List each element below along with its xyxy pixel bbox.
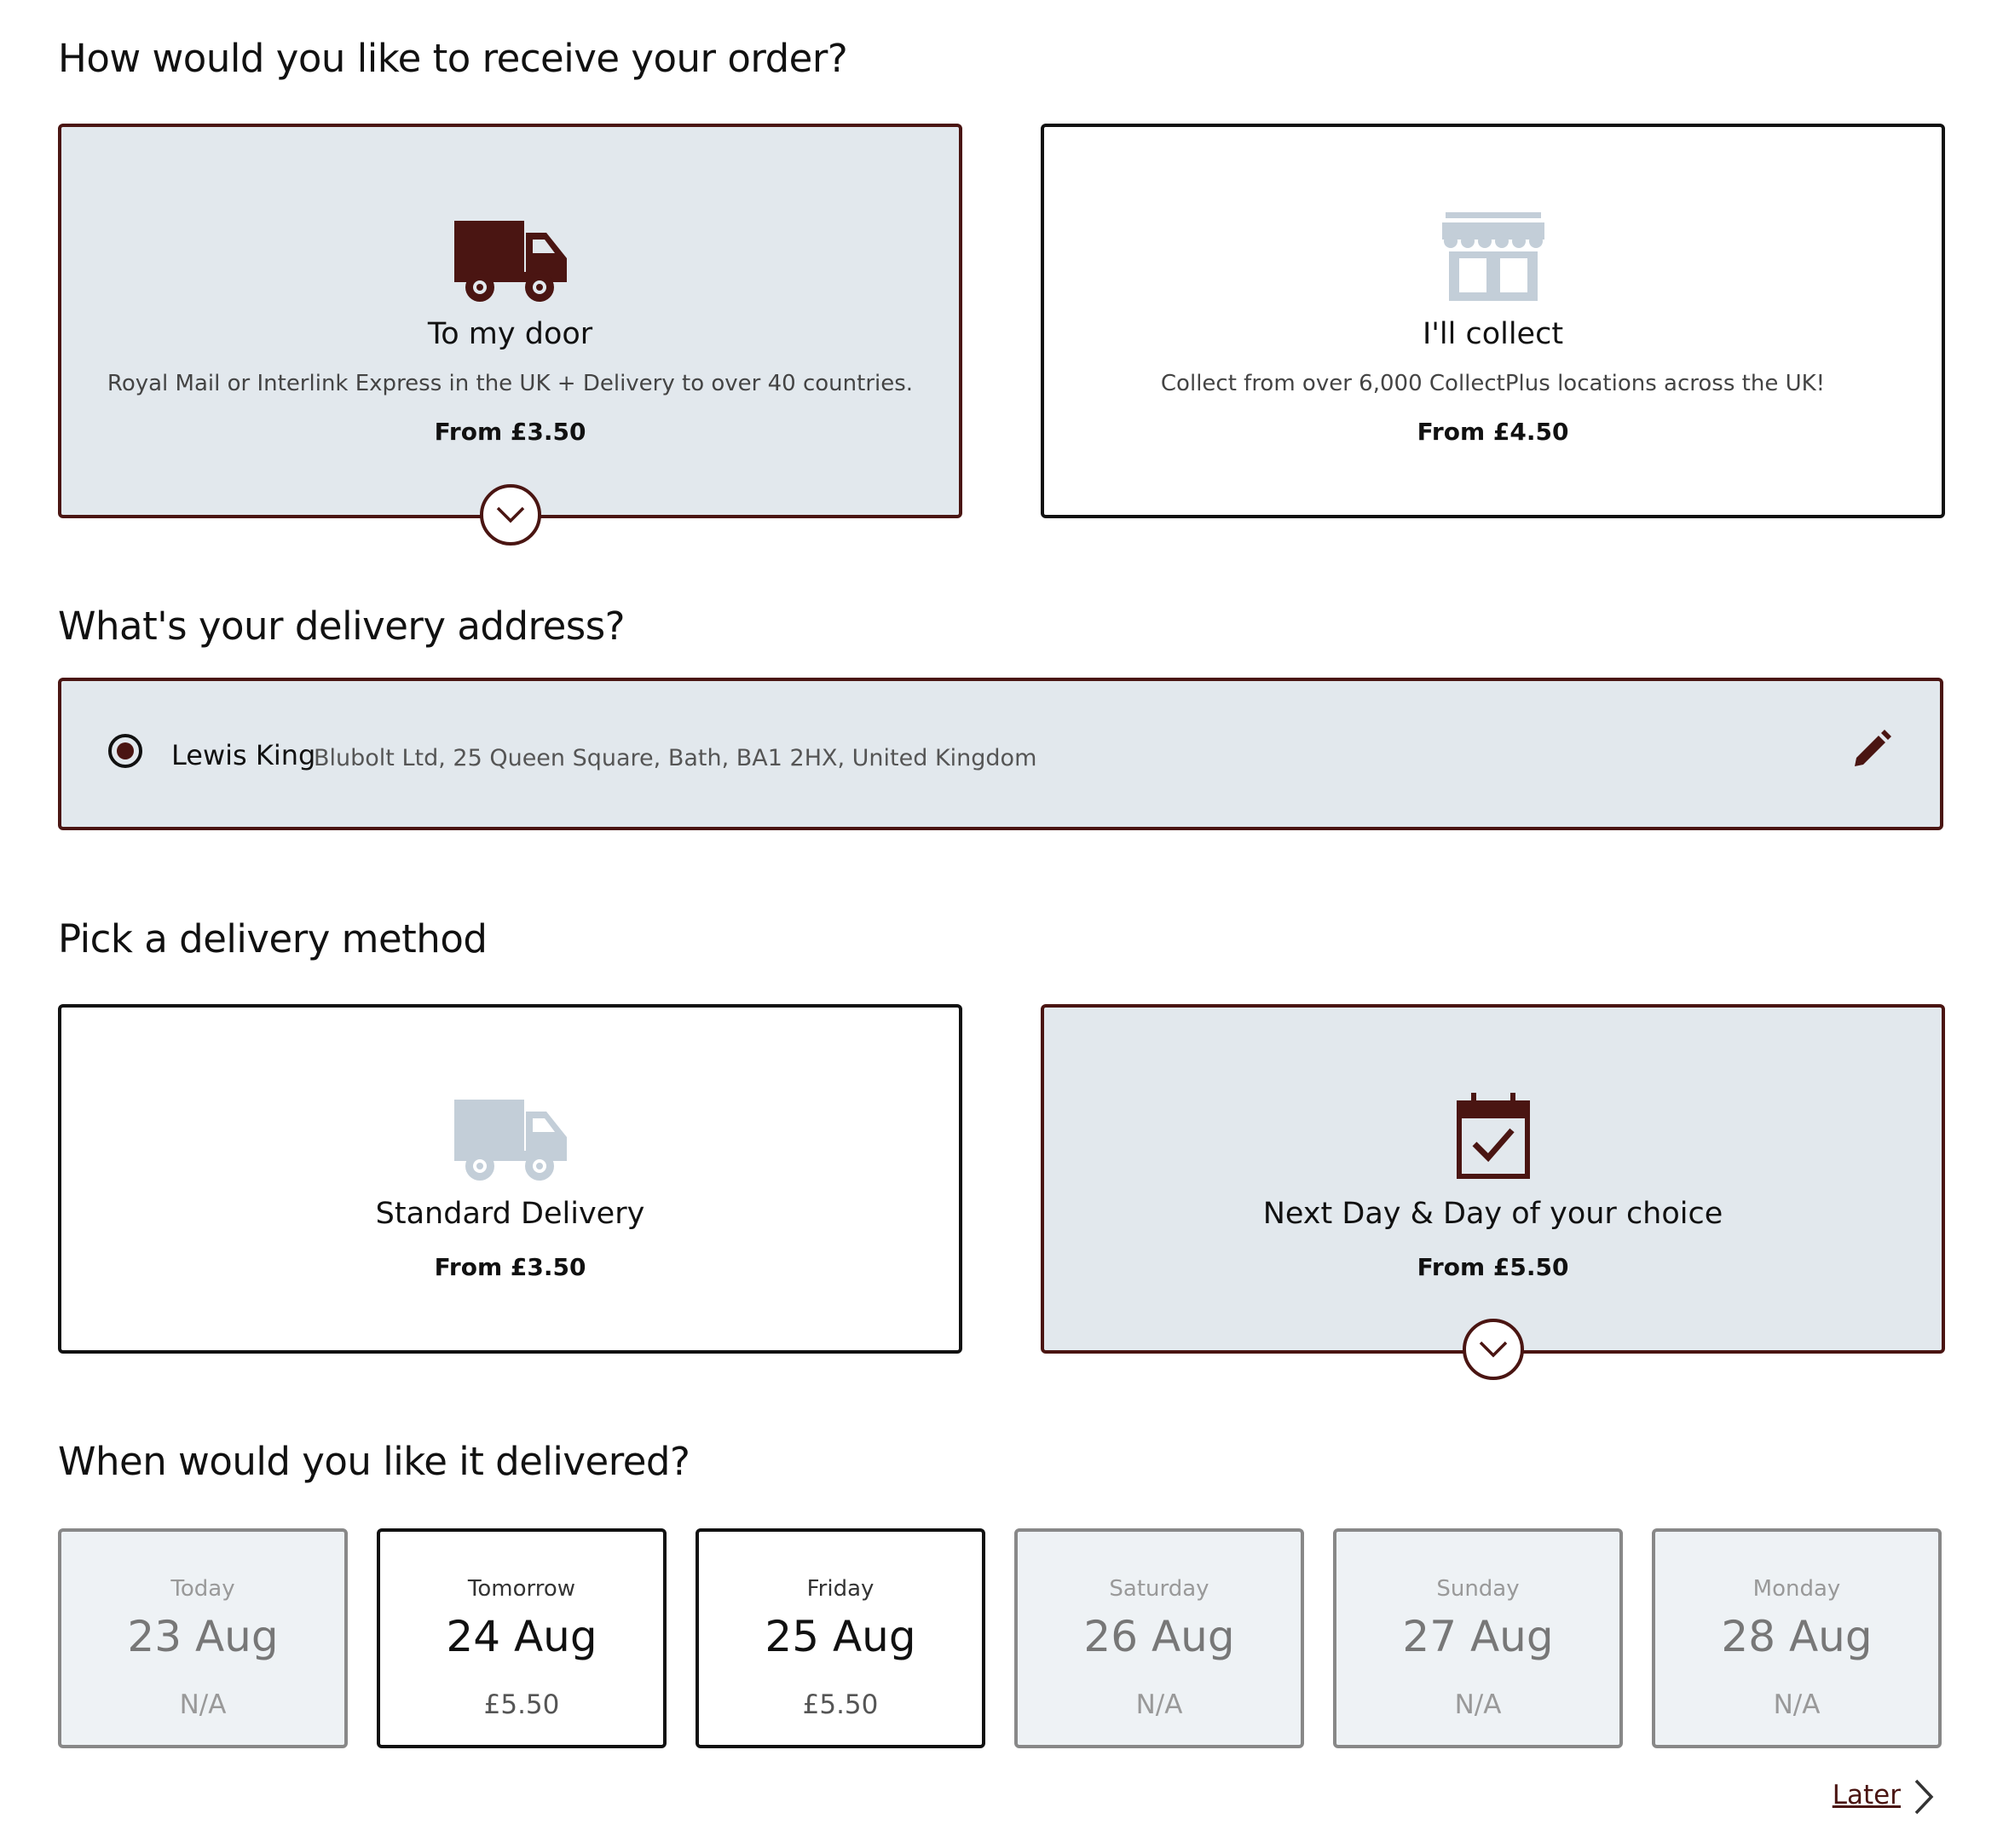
receive-option-desc: Royal Mail or Interlink Express in the U… <box>107 371 914 396</box>
address-name: Lewis King <box>171 739 316 771</box>
expand-toggle[interactable] <box>480 484 541 546</box>
address-card[interactable]: Lewis King Blubolt Ltd, 25 Queen Square,… <box>58 678 1943 830</box>
chevron-down-icon <box>496 506 525 523</box>
day-date: 23 Aug <box>127 1612 279 1661</box>
receive-option-title: To my door <box>427 317 593 351</box>
receive-option-title: I'll collect <box>1422 317 1564 351</box>
day-option-tomorrow[interactable]: Tomorrow 24 Aug £5.50 <box>377 1528 667 1748</box>
day-option-monday: Monday 28 Aug N/A <box>1652 1528 1942 1748</box>
method-heading: Pick a delivery method <box>58 916 488 962</box>
day-name: Today <box>170 1576 235 1602</box>
chevron-right-icon[interactable] <box>1911 1777 1937 1816</box>
day-name: Sunday <box>1436 1576 1520 1602</box>
address-heading: What's your delivery address? <box>58 603 626 649</box>
address-detail: Blubolt Ltd, 25 Queen Square, Bath, BA1 … <box>314 745 1037 771</box>
day-date: 28 Aug <box>1721 1612 1873 1661</box>
day-name: Saturday <box>1109 1576 1209 1602</box>
day-price: N/A <box>1135 1689 1183 1720</box>
day-name: Tomorrow <box>467 1576 576 1602</box>
day-option-saturday: Saturday 26 Aug N/A <box>1014 1528 1304 1748</box>
receive-option-price: From £4.50 <box>1417 418 1569 446</box>
day-date: 25 Aug <box>765 1612 916 1661</box>
receive-heading: How would you like to receive your order… <box>58 36 848 81</box>
truck-icon <box>453 221 567 302</box>
when-heading: When would you like it delivered? <box>58 1439 690 1484</box>
receive-option-to-my-door[interactable]: To my door Royal Mail or Interlink Expre… <box>58 124 962 518</box>
truck-icon <box>453 1100 567 1181</box>
receive-option-desc: Collect from over 6,000 CollectPlus loca… <box>1160 371 1826 396</box>
method-option-title: Next Day & Day of your choice <box>1262 1197 1723 1231</box>
expand-toggle[interactable] <box>1463 1319 1524 1380</box>
day-price: £5.50 <box>483 1689 560 1720</box>
day-price: £5.50 <box>802 1689 879 1720</box>
calendar-check-icon <box>1456 1093 1530 1179</box>
day-date: 26 Aug <box>1083 1612 1235 1661</box>
chevron-down-icon <box>1479 1341 1508 1358</box>
day-price: N/A <box>1773 1689 1821 1720</box>
day-name: Monday <box>1752 1576 1841 1602</box>
day-price: N/A <box>179 1689 227 1720</box>
day-name: Friday <box>806 1576 875 1602</box>
pencil-icon[interactable] <box>1851 729 1892 770</box>
method-option-standard[interactable]: Standard Delivery From £3.50 <box>58 1004 962 1354</box>
receive-option-collect[interactable]: I'll collect Collect from over 6,000 Col… <box>1041 124 1945 518</box>
method-option-price: From £3.50 <box>434 1253 586 1281</box>
day-date: 27 Aug <box>1402 1612 1554 1661</box>
day-option-sunday: Sunday 27 Aug N/A <box>1333 1528 1623 1748</box>
day-option-friday[interactable]: Friday 25 Aug £5.50 <box>696 1528 985 1748</box>
day-date: 24 Aug <box>446 1612 597 1661</box>
later-link[interactable]: Later <box>1833 1780 1901 1810</box>
day-option-today: Today 23 Aug N/A <box>58 1528 348 1748</box>
day-price: N/A <box>1454 1689 1502 1720</box>
address-radio[interactable] <box>108 734 142 768</box>
method-option-title: Standard Delivery <box>375 1197 645 1231</box>
shop-icon <box>1441 212 1544 301</box>
receive-option-price: From £3.50 <box>434 418 586 446</box>
method-option-next-day[interactable]: Next Day & Day of your choice From £5.50 <box>1041 1004 1945 1354</box>
method-option-price: From £5.50 <box>1417 1253 1569 1281</box>
radio-dot <box>117 742 134 759</box>
